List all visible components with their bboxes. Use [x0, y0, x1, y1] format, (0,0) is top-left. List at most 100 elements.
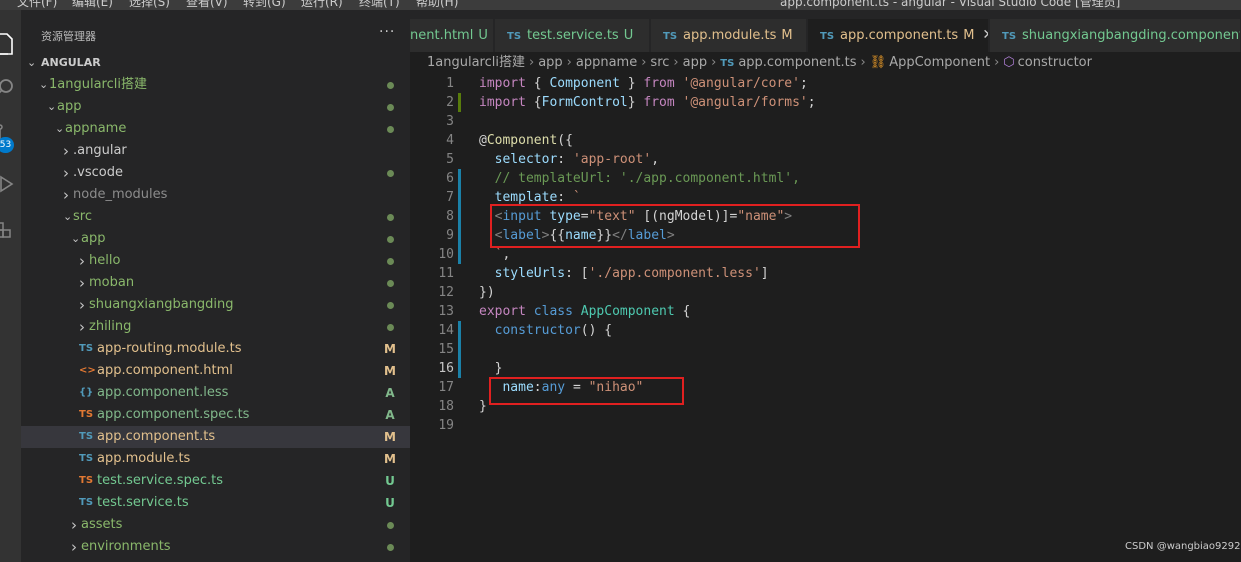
- menu-item[interactable]: 文件(F): [17, 0, 57, 10]
- code-text: }: [479, 399, 487, 414]
- tab-git-status: M: [781, 28, 793, 43]
- search-icon[interactable]: [0, 72, 21, 102]
- typescript-file-icon: TS: [507, 31, 522, 42]
- file-item[interactable]: TS app-routing.module.ts M: [21, 338, 410, 360]
- line-number: 8: [446, 209, 454, 224]
- tree-item-label: app.component.html: [97, 363, 233, 378]
- tab-label: nent.html: [410, 28, 474, 43]
- line-number: 10: [438, 247, 454, 262]
- folder-item[interactable]: › environments: [21, 536, 410, 558]
- workspace-root[interactable]: ⌄ ANGULAR: [21, 52, 410, 74]
- folder-item[interactable]: ⌄ appname: [21, 118, 410, 140]
- breadcrumb-item[interactable]: app.component.ts: [738, 55, 856, 70]
- editor-tab[interactable]: TS app.component.ts M ✕: [808, 19, 989, 52]
- folder-item[interactable]: › zhiling: [21, 316, 410, 338]
- folder-item[interactable]: ⌄ app: [21, 96, 410, 118]
- activity-bar: 53: [0, 10, 21, 562]
- git-status-dot: [383, 294, 397, 316]
- breadcrumb-separator-icon: ›: [528, 55, 535, 70]
- menu-item[interactable]: 帮助(H): [416, 0, 458, 10]
- file-item[interactable]: TS app.module.ts M: [21, 448, 410, 470]
- sidebar-title: 资源管理器: [41, 30, 96, 43]
- extensions-icon[interactable]: [0, 216, 21, 246]
- breadcrumb-separator-icon: ›: [711, 55, 717, 70]
- code-editor[interactable]: 1 import { Component } from '@angular/cor…: [410, 74, 1241, 562]
- method-symbol-icon: ⬡: [1003, 55, 1015, 70]
- breadcrumb-item[interactable]: constructor: [1018, 55, 1092, 70]
- git-status-dot: [383, 536, 397, 558]
- folder-item[interactable]: › moban: [21, 272, 410, 294]
- file-type-icon: {}: [79, 387, 94, 398]
- breadcrumb-item[interactable]: src: [650, 55, 669, 70]
- tree-item-label: app-routing.module.ts: [97, 341, 242, 356]
- file-item[interactable]: TS app.component.ts M: [21, 426, 410, 448]
- code-line[interactable]: 3: [410, 112, 1241, 131]
- editor-tab[interactable]: nent.html U: [410, 19, 494, 52]
- code-text: selector: 'app-root',: [494, 152, 660, 167]
- code-line[interactable]: 14 constructor() {: [410, 321, 1241, 340]
- code-text: import { Component } from '@angular/core…: [479, 76, 808, 91]
- breadcrumb-item[interactable]: app: [683, 55, 707, 70]
- breadcrumb-item[interactable]: app: [538, 55, 562, 70]
- code-line[interactable]: 4 @Component({: [410, 131, 1241, 150]
- code-line[interactable]: 11 styleUrls: ['./app.component.less']: [410, 264, 1241, 283]
- tree-item-label: shuangxiangbangding: [89, 297, 234, 312]
- folder-item[interactable]: ⌄ 1angularcli搭建: [21, 74, 410, 96]
- file-item[interactable]: TS app.component.spec.ts A: [21, 404, 410, 426]
- code-line[interactable]: 19: [410, 416, 1241, 435]
- tree-item-label: app.module.ts: [97, 451, 191, 466]
- editor-tab[interactable]: TS shuangxiangbangding.component.ts: [990, 19, 1241, 52]
- breadcrumb-item[interactable]: AppComponent: [889, 55, 990, 70]
- run-debug-icon[interactable]: [0, 168, 21, 198]
- folder-item[interactable]: ⌄ src: [21, 206, 410, 228]
- folder-item[interactable]: › hello: [21, 250, 410, 272]
- tree-item-label: app.component.ts: [97, 429, 216, 444]
- file-item[interactable]: {} app.component.less A: [21, 382, 410, 404]
- code-line[interactable]: 5 selector: 'app-root',: [410, 150, 1241, 169]
- tab-label: shuangxiangbangding.component.ts: [1022, 28, 1241, 43]
- git-status-dot: [383, 74, 397, 96]
- typescript-file-icon: TS: [1002, 31, 1017, 42]
- file-item[interactable]: TS test.service.spec.ts U: [21, 470, 410, 492]
- code-text: @Component({: [479, 133, 573, 148]
- editor-tab[interactable]: TS app.module.ts M: [651, 19, 807, 52]
- menu-item[interactable]: 终端(T): [359, 0, 400, 10]
- tree-item-label: .vscode: [73, 165, 123, 180]
- line-number: 3: [446, 114, 454, 129]
- menu-item[interactable]: 选择(S): [129, 0, 170, 10]
- explorer-icon[interactable]: [0, 28, 21, 58]
- code-line[interactable]: 12}): [410, 283, 1241, 302]
- file-item[interactable]: <> app.component.html M: [21, 360, 410, 382]
- breadcrumb-separator-icon: ›: [566, 55, 572, 70]
- menu-item[interactable]: 运行(R): [301, 0, 343, 10]
- file-type-icon: TS: [79, 475, 94, 486]
- folder-item[interactable]: › assets: [21, 514, 410, 536]
- breadcrumb-item[interactable]: 1angularcli搭建: [427, 55, 525, 70]
- folder-item[interactable]: › .vscode: [21, 162, 410, 184]
- code-text: export class AppComponent {: [479, 304, 691, 319]
- code-line[interactable]: 16 }: [410, 359, 1241, 378]
- tab-label: app.component.ts: [840, 28, 959, 43]
- breadcrumb-item[interactable]: appname: [576, 55, 637, 70]
- tab-git-status: M: [963, 28, 975, 43]
- git-status-dot: [383, 250, 397, 272]
- editor-tab[interactable]: TS test.service.ts U: [495, 19, 650, 52]
- folder-item[interactable]: ⌄ app: [21, 228, 410, 250]
- menu-item[interactable]: 转到(G): [243, 0, 286, 10]
- class-symbol-icon: ⛓: [869, 55, 887, 70]
- file-item[interactable]: TS test.service.ts U: [21, 492, 410, 514]
- folder-item[interactable]: › shuangxiangbangding: [21, 294, 410, 316]
- code-line[interactable]: 6 // templateUrl: './app.component.html'…: [410, 169, 1241, 188]
- code-line[interactable]: 15: [410, 340, 1241, 359]
- line-number: 5: [446, 152, 454, 167]
- code-line[interactable]: 13 export class AppComponent {: [410, 302, 1241, 321]
- menu-item[interactable]: 查看(V): [186, 0, 228, 10]
- folder-item[interactable]: › node_modules: [21, 184, 410, 206]
- code-line[interactable]: 1 import { Component } from '@angular/cor…: [410, 74, 1241, 93]
- folder-item[interactable]: › .angular: [21, 140, 410, 162]
- more-actions-icon[interactable]: ···: [379, 24, 395, 40]
- menu-item[interactable]: 编辑(E): [72, 0, 113, 10]
- close-tab-icon[interactable]: ✕: [982, 27, 988, 43]
- code-line[interactable]: 2 import {FormControl} from '@angular/for…: [410, 93, 1241, 112]
- git-status-dot: [383, 96, 397, 118]
